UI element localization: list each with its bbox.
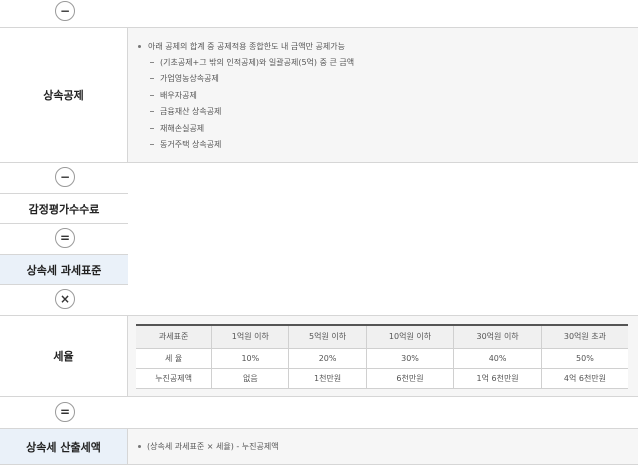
tax-rate-table: 과세표준 1억원 이하 5억원 이하 10억원 이하 30억원 이하 30억원 …: [136, 324, 628, 389]
table-cell: 6천만원: [365, 368, 454, 389]
calculated-tax-label: 상속세 산출세액: [0, 429, 128, 464]
deduction-sub-text: 가업영농상속공제: [160, 74, 219, 84]
dash-icon: [150, 78, 154, 80]
deduction-main-bullet: 아래 공제의 합계 중 공제적용 종합한도 내 금액만 공제가능: [138, 40, 638, 52]
deduction-sub-text: (기초공제+그 밖의 인적공제)와 일괄공제(5억) 중 큰 금액: [160, 57, 355, 67]
table-cell: 50%: [540, 348, 628, 369]
calculated-tax-formula: (상속세 과세표준 × 세율) - 누진공제액: [128, 429, 638, 464]
dash-icon: [150, 94, 154, 96]
table-cell: 세 율: [136, 348, 212, 369]
deduction-bullet-list: 아래 공제의 합계 중 공제적용 종합한도 내 금액만 공제가능 (기초공제+그…: [128, 28, 638, 151]
bullet-dot-icon: [138, 445, 141, 448]
deduction-sub-text: 배우자공제: [160, 90, 197, 100]
table-cell: 누진공제액: [136, 368, 212, 389]
calculated-tax-content: (상속세 과세표준 × 세율) - 누진공제액: [128, 429, 638, 464]
inheritance-deduction-row: 상속공제 아래 공제의 합계 중 공제적용 종합한도 내 금액만 공제가능 (기…: [0, 27, 638, 163]
dash-icon: [150, 111, 154, 113]
table-cell: 1억 6천만원: [453, 368, 542, 389]
minus-operator-icon: −: [55, 167, 75, 187]
bullet-dot-icon: [138, 44, 141, 48]
minus-operator-icon: −: [55, 1, 75, 21]
deduction-sub-text: 금융재산 상속공제: [160, 107, 222, 117]
table-cell: 10%: [211, 348, 289, 369]
tax-rate-content: 과세표준 1억원 이하 5억원 이하 10억원 이하 30억원 이하 30억원 …: [128, 316, 638, 396]
table-header-cell: 과세표준: [136, 324, 212, 349]
deduction-sub-item: (기초공제+그 밖의 인적공제)와 일괄공제(5억) 중 큰 금액: [150, 56, 638, 68]
table-cell: 없음: [211, 368, 289, 389]
deduction-sub-item: 배우자공제: [150, 89, 638, 101]
table-header-cell: 30억원 이하: [453, 324, 542, 349]
table-header-cell: 30억원 초과: [540, 324, 628, 349]
table-header-cell: 5억원 이하: [288, 324, 367, 349]
deduction-main-text: 아래 공제의 합계 중 공제적용 종합한도 내 금액만 공제가능: [148, 41, 345, 51]
table-header-cell: 1억원 이하: [211, 324, 289, 349]
times-operator-icon: ×: [55, 289, 75, 309]
deduction-sub-item: 동거주택 상속공제: [150, 139, 638, 151]
deduction-sub-text: 동거주택 상속공제: [160, 140, 222, 150]
table-header-cell: 10억원 이하: [365, 324, 454, 349]
deduction-sub-text: 재해손실공제: [160, 123, 205, 133]
table-header-row: 과세표준 1억원 이하 5억원 이하 10억원 이하 30억원 이하 30억원 …: [136, 324, 628, 349]
table-cell: 40%: [453, 348, 542, 369]
table-row: 세 율 10% 20% 30% 40% 50%: [136, 348, 628, 369]
inheritance-deduction-content: 아래 공제의 합계 중 공제적용 종합한도 내 금액만 공제가능 (기초공제+그…: [128, 28, 638, 162]
tax-rate-row: 세율 과세표준 1억원 이하 5억원 이하 10억원 이하 30억원 이하 30…: [0, 315, 638, 397]
table-cell: 30%: [365, 348, 454, 369]
dash-icon: [150, 61, 154, 63]
tax-base-label: 상속세 과세표준: [0, 254, 128, 285]
deduction-sub-item: 재해손실공제: [150, 122, 638, 134]
calculated-tax-row: 상속세 산출세액 (상속세 과세표준 × 세율) - 누진공제액: [0, 428, 638, 465]
equals-operator-icon: =: [55, 228, 75, 248]
deduction-sub-item: 금융재산 상속공제: [150, 106, 638, 118]
equals-operator-icon: =: [55, 402, 75, 422]
inheritance-deduction-label: 상속공제: [0, 28, 128, 162]
dash-icon: [150, 127, 154, 129]
formula-text: (상속세 과세표준 × 세율) - 누진공제액: [147, 442, 279, 451]
table-cell: 4억 6천만원: [540, 368, 628, 389]
appraisal-fee-label: 감정평가수수료: [0, 193, 128, 224]
table-cell: 1천만원: [288, 368, 367, 389]
table-cell: 20%: [288, 348, 367, 369]
deduction-sub-item: 가업영농상속공제: [150, 73, 638, 85]
table-row: 누진공제액 없음 1천만원 6천만원 1억 6천만원 4억 6천만원: [136, 368, 628, 389]
dash-icon: [150, 144, 154, 146]
tax-rate-label: 세율: [0, 316, 128, 396]
